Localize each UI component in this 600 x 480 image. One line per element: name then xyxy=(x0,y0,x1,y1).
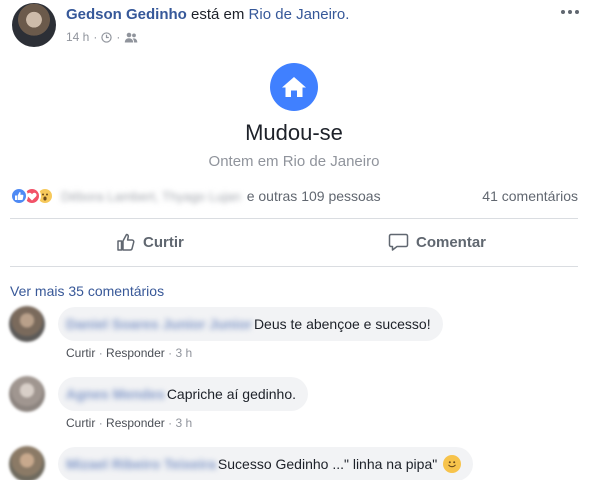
commenter-name[interactable]: Mizael Ribeiro Teixeira xyxy=(66,456,216,472)
smile-emoji-icon xyxy=(443,455,462,473)
like-label: Curtir xyxy=(143,233,184,251)
thumbs-up-icon xyxy=(117,233,135,251)
comment-sep: · xyxy=(168,346,173,360)
commenter-name[interactable]: Agnes Mendes xyxy=(66,386,165,402)
meta-separator-2: · xyxy=(116,30,121,44)
reactions-bar: Débora Lambert, Thyago Lujan e outras 10… xyxy=(10,185,578,207)
author-avatar[interactable] xyxy=(12,3,56,47)
comment-sep: · xyxy=(98,416,103,430)
comment-text: Sucesso Gedinho ..." linha na pipa" xyxy=(217,456,438,472)
divider-top xyxy=(10,218,578,219)
event-subtitle: Ontem em Rio de Janeiro xyxy=(208,153,380,170)
comment-bubble-icon xyxy=(388,233,409,251)
commenter-avatar[interactable] xyxy=(9,376,45,412)
comment-reply-link[interactable]: Responder xyxy=(106,416,165,430)
commenter-avatar[interactable] xyxy=(9,446,45,480)
comment-text: Capriche aí gedinho. xyxy=(166,386,297,402)
reaction-others[interactable]: e outras 109 pessoas xyxy=(247,188,381,204)
post-meta: 14 h · · xyxy=(66,30,138,44)
meta-separator: · xyxy=(93,30,98,44)
comment-bubble: Agnes Mendes Capriche aí gedinho. xyxy=(58,377,309,411)
like-reaction-icon[interactable] xyxy=(10,187,28,205)
more-options-icon[interactable] xyxy=(558,4,582,20)
comment-count[interactable]: 41 comentários xyxy=(482,188,578,204)
author-name[interactable]: Gedson Gedinho xyxy=(66,6,187,23)
event-title: Mudou-se xyxy=(245,120,343,145)
comment-actions: Curtir · Responder · 3 h xyxy=(66,416,192,430)
location-link[interactable]: Rio de Janeiro. xyxy=(249,6,350,23)
comment-sep: · xyxy=(168,416,173,430)
commenter-avatar[interactable] xyxy=(9,306,45,342)
divider-bottom xyxy=(10,266,578,267)
comment-sep: · xyxy=(98,346,103,360)
view-more-comments-link[interactable]: Ver mais 35 comentários xyxy=(10,283,164,299)
comment-reply-link[interactable]: Responder xyxy=(106,346,165,360)
post-action: está em xyxy=(191,6,245,23)
comment-like-link[interactable]: Curtir xyxy=(66,416,95,430)
comment-time[interactable]: 3 h xyxy=(175,346,192,360)
reaction-names[interactable]: Débora Lambert, Thyago Lujan xyxy=(61,189,241,204)
comment-time[interactable]: 3 h xyxy=(175,416,192,430)
comment-like-link[interactable]: Curtir xyxy=(66,346,95,360)
comment-text: Deus te abençoe e sucesso! xyxy=(253,316,431,332)
comment-label: Comentar xyxy=(416,233,487,251)
like-button[interactable]: Curtir xyxy=(116,229,184,255)
post-header: Gedson Gedinho está em Rio de Janeiro. xyxy=(66,6,349,23)
comment-bubble: Daniel Soares Junior Junior Deus te aben… xyxy=(58,307,443,341)
clock-icon xyxy=(101,31,113,43)
post-time[interactable]: 14 h xyxy=(66,30,89,44)
commenter-name[interactable]: Daniel Soares Junior Junior xyxy=(66,316,252,332)
house-icon xyxy=(270,63,318,111)
post-card: Gedson Gedinho está em Rio de Janeiro. 1… xyxy=(0,0,600,480)
comment-bubble: Mizael Ribeiro Teixeira Sucesso Gedinho … xyxy=(58,447,474,480)
friends-audience-icon[interactable] xyxy=(124,32,138,43)
comment-actions: Curtir · Responder · 3 h xyxy=(66,346,192,360)
comment-button[interactable]: Comentar xyxy=(388,229,486,255)
